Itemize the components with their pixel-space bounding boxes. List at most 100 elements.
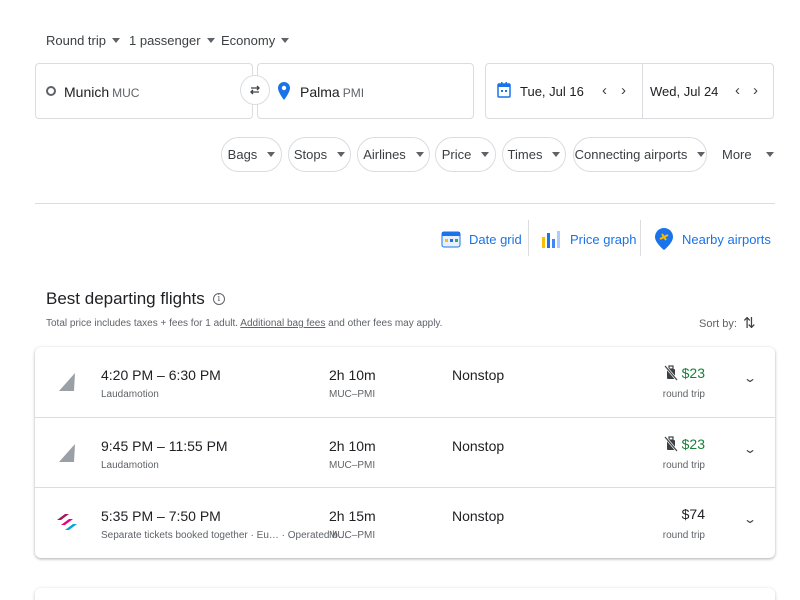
price-graph-button[interactable]: Price graph <box>540 224 636 254</box>
price-note: round trip <box>662 460 705 471</box>
price-note: round trip <box>662 389 705 400</box>
subtitle-text-end: and other fees may apply. <box>325 318 443 329</box>
flight-duration: 2h 10m <box>329 438 376 454</box>
no-carry-on-bag-icon <box>663 436 678 452</box>
destination-city: Palma <box>300 84 340 100</box>
depart-prev-icon[interactable]: ‹ <box>602 82 607 99</box>
cabin-class-label: Economy <box>221 33 276 48</box>
flight-duration: 2h 10m <box>329 367 376 383</box>
cabin-class-select[interactable]: Economy <box>221 33 290 48</box>
price-graph-icon <box>542 231 560 248</box>
filter-label: Times <box>507 147 543 162</box>
date-grid-label: Date grid <box>469 231 522 247</box>
caret-down-icon <box>415 152 424 157</box>
results-title: Best departing flights <box>46 289 205 308</box>
filter-label: Price <box>441 147 472 162</box>
caret-down-icon <box>267 152 276 157</box>
origin-field[interactable]: Munich MUC <box>35 63 253 119</box>
passengers-select[interactable]: 1 passenger <box>129 33 215 48</box>
filter-stops[interactable]: Stops <box>288 137 351 172</box>
filter-times[interactable]: Times <box>502 137 566 172</box>
price-value: $23 <box>681 365 705 381</box>
flight-stops: Nonstop <box>452 438 505 454</box>
filter-airlines[interactable]: Airlines <box>357 137 430 172</box>
flight-times: 9:45 PM – 11:55 PM <box>101 438 228 454</box>
expand-chevron-icon[interactable]: ⌄ <box>743 442 757 456</box>
flight-row[interactable]: 9:45 PM – 11:55 PM Laudamotion 2h 10m MU… <box>35 417 775 487</box>
flight-airline: Laudamotion <box>101 460 159 471</box>
filter-more[interactable]: More <box>722 137 774 172</box>
return-date[interactable]: Wed, Jul 24 <box>650 84 718 99</box>
results-heading: Best departing flights i <box>46 289 225 309</box>
date-grid-button[interactable]: Date grid <box>441 224 522 254</box>
origin-city: Munich <box>64 84 110 100</box>
caret-down-icon <box>111 38 120 43</box>
flight-airline: Separate tickets booked together · Eu… ·… <box>101 530 348 541</box>
nearby-airports-label: Nearby airports <box>682 231 771 247</box>
flight-price: $23 <box>663 365 705 381</box>
flight-route: MUC–PMI <box>329 460 376 471</box>
filter-price[interactable]: Price <box>435 137 496 172</box>
laudamotion-logo <box>59 444 75 462</box>
depart-next-icon[interactable]: › <box>621 82 626 99</box>
depart-date[interactable]: Tue, Jul 16 <box>520 84 584 99</box>
price-value: $23 <box>681 436 705 452</box>
origin-text: Munich MUC <box>64 84 139 100</box>
flight-row[interactable]: 4:20 PM – 6:30 PM Laudamotion 2h 10m MUC… <box>35 347 775 417</box>
eurowings-logo <box>57 514 77 530</box>
tool-separator <box>528 220 529 256</box>
return-next-icon[interactable]: › <box>753 82 758 99</box>
results-subtitle: Total price includes taxes + fees for 1 … <box>46 318 442 329</box>
info-icon[interactable]: i <box>212 293 225 305</box>
section-divider <box>35 203 775 204</box>
flight-stops: Nonstop <box>452 367 505 383</box>
sort-icon[interactable]: ⇅ <box>743 314 756 332</box>
subtitle-text: Total price includes taxes + fees for 1 … <box>46 318 241 329</box>
other-flights-card <box>35 588 775 600</box>
filter-label: Airlines <box>363 147 406 162</box>
filter-more-label: More <box>722 147 752 162</box>
caret-down-icon <box>481 152 490 157</box>
flight-price: $74 <box>682 506 705 522</box>
expand-chevron-icon[interactable]: ⌄ <box>743 512 757 526</box>
caret-down-icon <box>206 38 215 43</box>
flight-row[interactable]: 5:35 PM – 7:50 PM Separate tickets booke… <box>35 487 775 557</box>
caret-down-icon <box>697 152 706 157</box>
caret-down-icon <box>337 152 346 157</box>
flight-times: 4:20 PM – 6:30 PM <box>101 367 221 383</box>
flight-stops: Nonstop <box>452 508 505 524</box>
expand-chevron-icon[interactable]: ⌄ <box>743 371 757 385</box>
nearby-airports-icon <box>655 228 673 250</box>
date-field: Tue, Jul 16 ‹ › Wed, Jul 24 ‹ › <box>485 63 774 119</box>
filter-label: Connecting airports <box>574 147 688 162</box>
origin-code: MUC <box>112 86 140 100</box>
swap-icon <box>250 85 260 95</box>
filter-connecting-airports[interactable]: Connecting airports <box>573 137 707 172</box>
trip-type-select[interactable]: Round trip <box>46 33 120 48</box>
flight-airline: Laudamotion <box>101 389 159 400</box>
flight-price: $23 <box>663 436 705 452</box>
date-grid-icon <box>441 231 461 248</box>
no-carry-on-bag-icon <box>663 365 678 381</box>
destination-field[interactable]: Palma PMI <box>257 63 474 119</box>
bag-fees-link[interactable]: Additional bag fees <box>240 318 325 329</box>
calendar-icon <box>497 82 511 98</box>
date-divider <box>642 64 643 118</box>
caret-down-icon <box>281 38 290 43</box>
flight-duration: 2h 15m <box>329 508 376 524</box>
price-graph-label: Price graph <box>570 231 637 247</box>
destination-code: PMI <box>342 86 365 100</box>
sort-by-label: Sort by: <box>699 318 737 330</box>
filter-label: Stops <box>293 147 328 162</box>
trip-type-label: Round trip <box>46 33 106 48</box>
price-value: $74 <box>681 506 705 522</box>
swap-locations-button[interactable] <box>240 75 270 105</box>
flight-route: MUC–PMI <box>329 530 376 541</box>
origin-circle-icon <box>46 86 56 96</box>
nearby-airports-button[interactable]: Nearby airports <box>654 224 771 254</box>
filter-bags[interactable]: Bags <box>221 137 282 172</box>
return-prev-icon[interactable]: ‹ <box>735 82 740 99</box>
flight-results-list: 4:20 PM – 6:30 PM Laudamotion 2h 10m MUC… <box>35 347 775 558</box>
flight-route: MUC–PMI <box>329 389 376 400</box>
caret-down-icon <box>765 152 774 157</box>
